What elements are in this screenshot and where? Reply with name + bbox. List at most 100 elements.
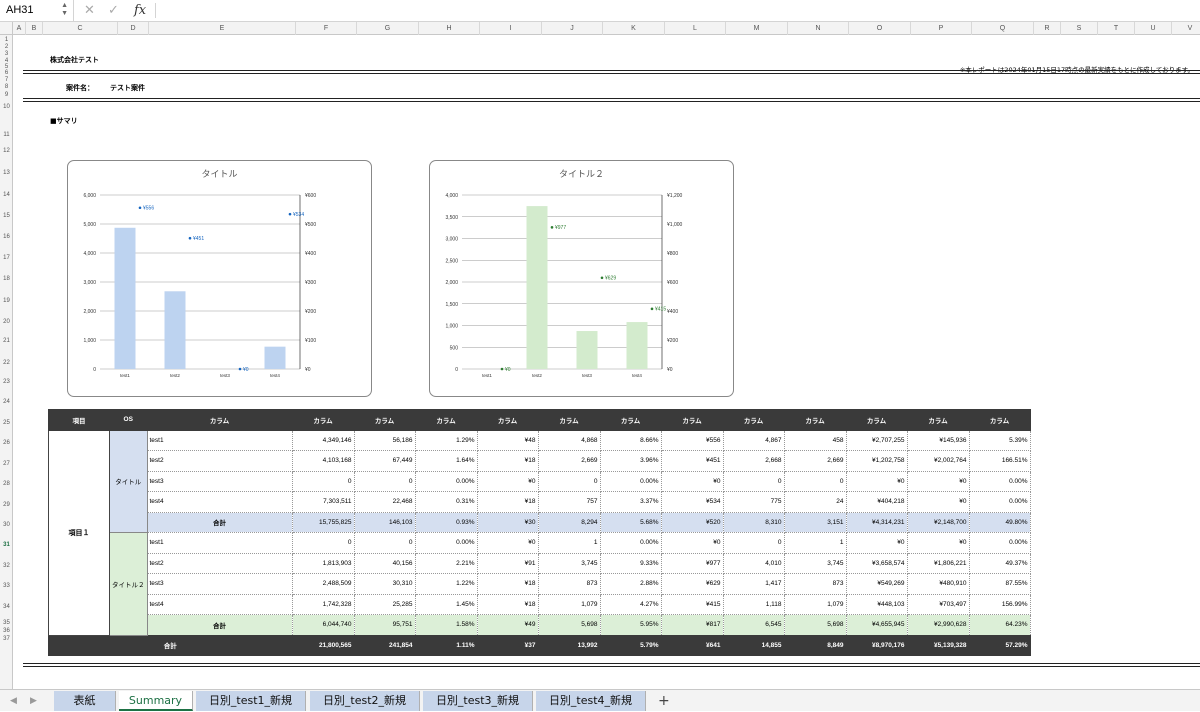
- column-header-e[interactable]: E: [149, 22, 296, 35]
- column-header-a[interactable]: A: [13, 22, 26, 35]
- cell-value: 1: [537, 532, 601, 554]
- column-header-c[interactable]: C: [43, 22, 118, 35]
- y-tick-label: 0: [455, 367, 458, 373]
- column-header-t[interactable]: T: [1098, 22, 1135, 35]
- tab-scroll-left-icon[interactable]: ◀: [10, 690, 17, 712]
- y2-tick-label: ¥300: [305, 280, 316, 286]
- row-header-11[interactable]: 11: [0, 132, 13, 138]
- row-header-10[interactable]: 10: [0, 104, 13, 110]
- column-header: カラム: [722, 409, 785, 431]
- cell-value: 1,118: [722, 593, 785, 615]
- column-header-n[interactable]: N: [788, 22, 849, 35]
- y2-tick-label: ¥1,000: [667, 222, 683, 228]
- case-label: 案件名：: [66, 84, 94, 92]
- row-header-17[interactable]: 17: [0, 255, 13, 261]
- cell-value: ¥0: [476, 470, 539, 492]
- cell-value: ¥480,910: [906, 573, 970, 595]
- sheet-tab[interactable]: Summary: [119, 691, 193, 711]
- column-header-b[interactable]: B: [26, 22, 43, 35]
- column-header-i[interactable]: I: [480, 22, 542, 35]
- row-header-13[interactable]: 13: [0, 170, 13, 176]
- row-header-25[interactable]: 25: [0, 420, 13, 426]
- column-header-l[interactable]: L: [665, 22, 726, 35]
- row-header-9[interactable]: 9: [0, 92, 13, 98]
- row-header-16[interactable]: 16: [0, 234, 13, 240]
- cell-value: 0: [353, 470, 416, 492]
- cell-value: 2,668: [722, 450, 785, 472]
- cancel-icon[interactable]: ✕: [84, 0, 95, 21]
- column-header-p[interactable]: P: [911, 22, 972, 35]
- row-header-15[interactable]: 15: [0, 213, 13, 219]
- row-header-8[interactable]: 8: [0, 84, 13, 90]
- row-header-29[interactable]: 29: [0, 502, 13, 508]
- cell-value: ¥549,269: [845, 573, 908, 595]
- row-header-36[interactable]: 36: [0, 628, 13, 634]
- row-header-3[interactable]: 3: [0, 51, 13, 57]
- column-header-h[interactable]: H: [419, 22, 480, 35]
- column-header-f[interactable]: F: [296, 22, 357, 35]
- select-all-corner[interactable]: [0, 22, 13, 35]
- row-header-20[interactable]: 20: [0, 319, 13, 325]
- row-header-28[interactable]: 28: [0, 481, 13, 487]
- row-header-21[interactable]: 21: [0, 338, 13, 344]
- chart-2[interactable]: タイトル２ 0 500 1,000 1,500 2,000 2,500 3,000 3,500…: [429, 160, 734, 397]
- insert-function-icon[interactable]: fx: [134, 0, 146, 21]
- row-header-31[interactable]: 31: [0, 542, 13, 548]
- row-header-37[interactable]: 37: [0, 636, 13, 642]
- row-header-24[interactable]: 24: [0, 399, 13, 405]
- cell-value: ¥18: [476, 593, 539, 615]
- row-header-1[interactable]: 1: [0, 37, 13, 43]
- column-header-g[interactable]: G: [357, 22, 419, 35]
- column-header-u[interactable]: U: [1135, 22, 1172, 35]
- worksheet[interactable]: 株式会社テスト ※本レポートは2024年01月15日17時点の最新実績をもとに作…: [13, 36, 1200, 689]
- row-header-18[interactable]: 18: [0, 276, 13, 282]
- name-box-dropdown-icon[interactable]: ▲ ▼: [61, 2, 68, 18]
- row-header-34[interactable]: 34: [0, 604, 13, 610]
- tab-scroll-right-icon[interactable]: ▶: [30, 690, 37, 712]
- column-header-r[interactable]: R: [1034, 22, 1061, 35]
- column-header-m[interactable]: M: [726, 22, 788, 35]
- row-header-2[interactable]: 2: [0, 44, 13, 50]
- column-header-v[interactable]: V: [1172, 22, 1200, 35]
- row-header-26[interactable]: 26: [0, 440, 13, 446]
- chart-1[interactable]: タイトル 0 1,000 2,000 3,000 4,000 5,000 6,000 ¥0 ¥1…: [67, 160, 372, 397]
- row-header-14[interactable]: 14: [0, 192, 13, 198]
- sheet-tab[interactable]: 表紙: [54, 691, 116, 711]
- row-header-19[interactable]: 19: [0, 298, 13, 304]
- row-header-6[interactable]: 6: [0, 70, 13, 76]
- cell-value: 0.31%: [414, 491, 478, 513]
- point-label: ¥977: [555, 225, 566, 231]
- cell-value: 3,745: [783, 552, 847, 574]
- column-header: カラム: [291, 409, 355, 431]
- row-header-27[interactable]: 27: [0, 461, 13, 467]
- row-header-33[interactable]: 33: [0, 583, 13, 589]
- column-header-q[interactable]: Q: [972, 22, 1034, 35]
- column-header-k[interactable]: K: [603, 22, 665, 35]
- table-row: 項目１ タイトル test1 4,349,146 56,186 1.29% ¥48 4,868…: [48, 429, 1031, 636]
- add-sheet-icon[interactable]: +: [658, 690, 670, 712]
- sheet-tab[interactable]: 日別_test1_新規: [196, 691, 306, 711]
- sheet-tab[interactable]: 日別_test4_新規: [536, 691, 646, 711]
- column-header-o[interactable]: O: [849, 22, 911, 35]
- sheet-tab[interactable]: 日別_test3_新規: [423, 691, 533, 711]
- name-box[interactable]: AH31 ▲ ▼: [0, 0, 74, 21]
- row-header-7[interactable]: 7: [0, 77, 13, 83]
- sheet-tab[interactable]: 日別_test2_新規: [310, 691, 420, 711]
- row-header-32[interactable]: 32: [0, 563, 13, 569]
- point-label: ¥415: [655, 307, 666, 313]
- cell-value: 4,867: [722, 429, 785, 451]
- enter-check-icon[interactable]: ✓: [108, 0, 119, 21]
- column-header-s[interactable]: S: [1061, 22, 1098, 35]
- column-header-d[interactable]: D: [118, 22, 149, 35]
- y2-tick-label: ¥0: [305, 367, 311, 373]
- cell-value: 1: [783, 532, 847, 554]
- item-label: 項目１: [48, 429, 110, 636]
- row-header-22[interactable]: 22: [0, 360, 13, 366]
- y2-tick-label: ¥500: [305, 222, 316, 228]
- column-header-j[interactable]: J: [542, 22, 603, 35]
- row-header-23[interactable]: 23: [0, 379, 13, 385]
- row-header-35[interactable]: 35: [0, 620, 13, 626]
- cell-value: ¥48: [476, 429, 539, 451]
- row-header-12[interactable]: 12: [0, 148, 13, 154]
- row-header-30[interactable]: 30: [0, 522, 13, 528]
